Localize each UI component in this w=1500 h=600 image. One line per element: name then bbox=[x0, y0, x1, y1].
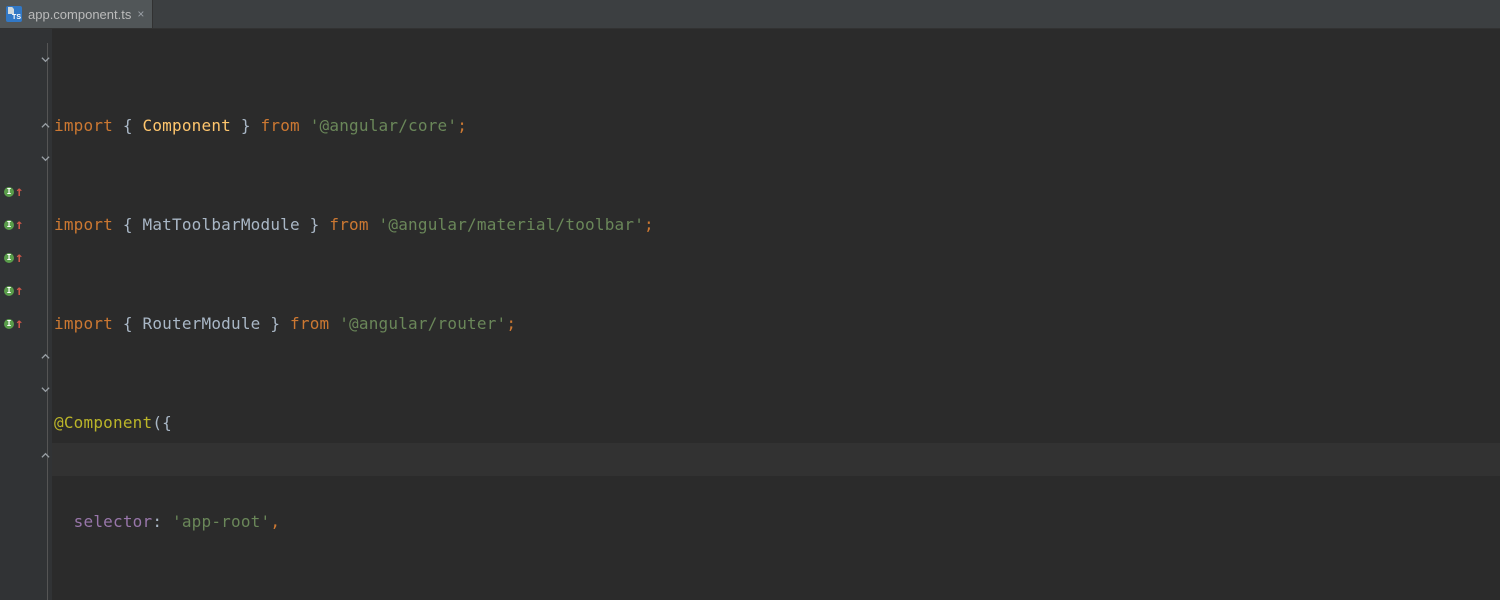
file-tab[interactable]: app.component.ts × bbox=[0, 0, 153, 28]
code-line[interactable]: import { Component } from '@angular/core… bbox=[52, 109, 1500, 142]
fold-toggle-icon[interactable] bbox=[39, 152, 52, 165]
editor[interactable]: I↑ I↑ I↑ I↑ I↑ import { Component } from… bbox=[0, 29, 1500, 600]
fold-toggle-icon[interactable] bbox=[39, 383, 52, 396]
gutter-annotation-override-icon[interactable]: I↑ bbox=[4, 274, 23, 307]
code-line[interactable]: @Component({ bbox=[52, 406, 1500, 439]
typescript-file-icon bbox=[6, 6, 22, 22]
fold-end-icon[interactable] bbox=[39, 119, 52, 132]
code-area[interactable]: import { Component } from '@angular/core… bbox=[52, 29, 1500, 600]
code-line[interactable]: import { RouterModule } from '@angular/r… bbox=[52, 307, 1500, 340]
code-line[interactable]: selector: 'app-root', bbox=[52, 505, 1500, 538]
gutter-annotation-override-icon[interactable]: I↑ bbox=[4, 175, 23, 208]
fold-toggle-icon[interactable] bbox=[39, 53, 52, 66]
tab-filename: app.component.ts bbox=[28, 7, 131, 22]
tab-bar: app.component.ts × bbox=[0, 0, 1500, 29]
gutter-annotation-override-icon[interactable]: I↑ bbox=[4, 307, 23, 340]
fold-end-icon[interactable] bbox=[39, 350, 52, 363]
gutter-annotation-override-icon[interactable]: I↑ bbox=[4, 208, 23, 241]
gutter-annotation-override-icon[interactable]: I↑ bbox=[4, 241, 23, 274]
close-icon[interactable]: × bbox=[137, 7, 144, 21]
code-line[interactable]: import { MatToolbarModule } from '@angul… bbox=[52, 208, 1500, 241]
fold-end-icon[interactable] bbox=[39, 449, 52, 462]
gutter: I↑ I↑ I↑ I↑ I↑ bbox=[0, 29, 52, 600]
